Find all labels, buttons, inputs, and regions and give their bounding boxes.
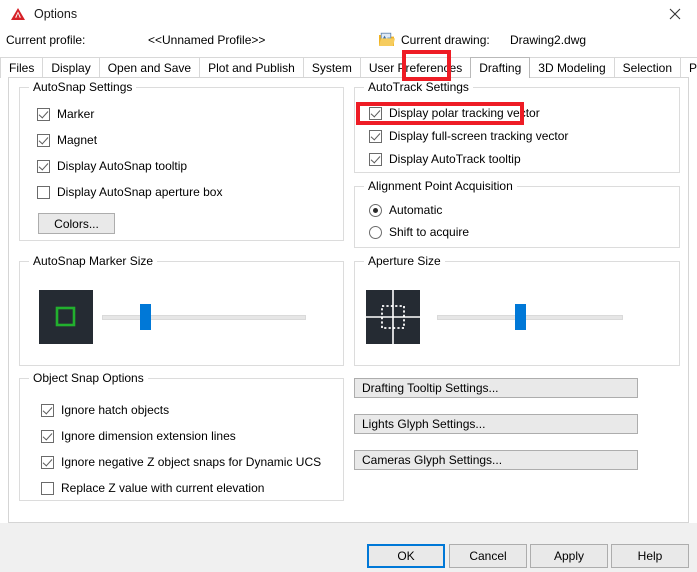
checkbox-ignore-negative-z-object-snaps-box [41, 455, 54, 469]
checkbox-ignore-hatch-objects[interactable]: Ignore hatch objects [41, 403, 169, 417]
checkbox-replace-z-value-box [41, 481, 54, 495]
tab-plot-and-publish[interactable]: Plot and Publish [199, 57, 304, 78]
autosnap-marker-size-slider-track[interactable] [102, 315, 306, 320]
drafting-settings-panel: AutoSnap Settings Marker Magnet Display … [8, 77, 689, 523]
group-autosnap-marker-size: AutoSnap Marker Size [19, 254, 344, 366]
help-button-label: Help [637, 549, 663, 563]
window-title: Options [34, 7, 78, 21]
tab-display[interactable]: Display [42, 57, 100, 78]
checkbox-magnet-box [37, 133, 50, 147]
title-bar: Options [0, 0, 697, 28]
radio-shift-to-acquire-label: Shift to acquire [389, 225, 470, 239]
cameras-glyph-settings-button[interactable]: Cameras Glyph Settings... [354, 450, 638, 470]
checkbox-marker-box [37, 107, 50, 121]
checkbox-display-autosnap-tooltip[interactable]: Display AutoSnap tooltip [37, 159, 187, 173]
group-alignment-point-acquisition: Alignment Point Acquisition Automatic Sh… [354, 179, 680, 248]
checkbox-display-autotrack-tooltip-box [369, 152, 382, 166]
current-drawing-value: Drawing2.dwg [510, 33, 587, 47]
checkbox-ignore-dimension-extension-lines-label: Ignore dimension extension lines [61, 429, 236, 443]
radio-automatic[interactable]: Automatic [369, 203, 442, 217]
tab-drafting[interactable]: Drafting [470, 57, 531, 78]
radio-shift-to-acquire[interactable]: Shift to acquire [369, 225, 469, 239]
checkbox-display-full-screen-tracking-vector-label: Display full-screen tracking vector [389, 129, 569, 143]
aperture-size-slider-track[interactable] [437, 315, 623, 320]
checkbox-display-autotrack-tooltip-label: Display AutoTrack tooltip [389, 152, 521, 166]
ok-button[interactable]: OK [367, 544, 445, 568]
close-icon[interactable] [652, 0, 697, 28]
group-title-object-snap-options: Object Snap Options [29, 371, 148, 385]
checkbox-display-full-screen-tracking-vector[interactable]: Display full-screen tracking vector [369, 129, 568, 143]
cancel-button-label: Cancel [469, 549, 507, 563]
group-aperture-size: Aperture Size [354, 254, 680, 366]
ok-button-label: OK [397, 549, 415, 563]
checkbox-display-autosnap-aperture-box[interactable]: Display AutoSnap aperture box [37, 185, 222, 199]
checkbox-ignore-negative-z-object-snaps[interactable]: Ignore negative Z object snaps for Dynam… [41, 455, 321, 469]
checkbox-display-autosnap-tooltip-box [37, 159, 50, 173]
group-title-aperture-size: Aperture Size [364, 254, 445, 268]
help-button[interactable]: Help [611, 544, 689, 568]
group-title-autotrack-settings: AutoTrack Settings [364, 80, 473, 94]
colors-button[interactable]: Colors... [38, 213, 115, 234]
tab-system[interactable]: System [302, 57, 361, 78]
autocad-logo-icon [10, 6, 26, 22]
checkbox-replace-z-value-label: Replace Z value with current elevation [61, 481, 265, 495]
checkbox-magnet-label: Magnet [57, 133, 98, 147]
colors-button-label: Colors... [54, 216, 99, 231]
apply-button-label: Apply [553, 549, 585, 563]
checkbox-display-polar-tracking-vector-box [369, 106, 382, 120]
radio-automatic-label: Automatic [389, 203, 443, 217]
group-autosnap-settings: AutoSnap Settings Marker Magnet Display … [19, 80, 344, 241]
autosnap-marker-size-slider-thumb[interactable] [140, 304, 151, 330]
current-drawing-label: Current drawing: [401, 33, 490, 47]
current-profile-label: Current profile: [6, 33, 86, 47]
checkbox-ignore-hatch-objects-box [41, 403, 54, 417]
group-autotrack-settings: AutoTrack Settings Display polar trackin… [354, 80, 680, 173]
checkbox-ignore-hatch-objects-label: Ignore hatch objects [61, 403, 170, 417]
apply-button[interactable]: Apply [530, 544, 608, 568]
cameras-glyph-settings-button-label: Cameras Glyph Settings... [362, 453, 503, 467]
group-title-autosnap-settings: AutoSnap Settings [29, 80, 137, 94]
drafting-tooltip-settings-button-label: Drafting Tooltip Settings... [362, 381, 499, 395]
drafting-tooltip-settings-button[interactable]: Drafting Tooltip Settings... [354, 378, 638, 398]
group-object-snap-options: Object Snap Options Ignore hatch objects… [19, 371, 344, 501]
drawing-file-icon [378, 32, 395, 48]
checkbox-marker[interactable]: Marker [37, 107, 94, 121]
tab-strip: Files Display Open and Save Plot and Publis… [0, 55, 697, 78]
radio-automatic-circle [369, 203, 382, 217]
checkbox-display-polar-tracking-vector[interactable]: Display polar tracking vector [369, 106, 540, 120]
checkbox-marker-label: Marker [57, 107, 95, 121]
tab-profiles[interactable]: Profiles [680, 57, 697, 78]
radio-shift-to-acquire-circle [369, 225, 382, 239]
tab-user-preferences[interactable]: User Preferences [359, 57, 472, 78]
tab-selection[interactable]: Selection [613, 57, 682, 78]
autosnap-marker-preview [39, 290, 93, 344]
checkbox-display-polar-tracking-vector-label: Display polar tracking vector [389, 106, 540, 120]
tab-files[interactable]: Files [0, 57, 44, 78]
cancel-button[interactable]: Cancel [449, 544, 527, 568]
checkbox-display-autosnap-aperture-box-label: Display AutoSnap aperture box [57, 185, 223, 199]
aperture-preview [366, 290, 420, 344]
checkbox-display-autosnap-aperture-box-box [37, 185, 50, 199]
lights-glyph-settings-button[interactable]: Lights Glyph Settings... [354, 414, 638, 434]
group-title-autosnap-marker-size: AutoSnap Marker Size [29, 254, 158, 268]
checkbox-display-full-screen-tracking-vector-box [369, 129, 382, 143]
current-profile-value: <<Unnamed Profile>> [148, 33, 266, 47]
checkbox-display-autotrack-tooltip[interactable]: Display AutoTrack tooltip [369, 152, 521, 166]
checkbox-display-autosnap-tooltip-label: Display AutoSnap tooltip [57, 159, 188, 173]
checkbox-magnet[interactable]: Magnet [37, 133, 97, 147]
checkbox-replace-z-value[interactable]: Replace Z value with current elevation [41, 481, 264, 495]
tab-open-and-save[interactable]: Open and Save [98, 57, 201, 78]
footer-button-bar: OK Cancel Apply Help [0, 523, 697, 572]
checkbox-ignore-negative-z-object-snaps-label: Ignore negative Z object snaps for Dynam… [61, 455, 322, 469]
checkbox-ignore-dimension-extension-lines-box [41, 429, 54, 443]
group-title-alignment-point-acquisition: Alignment Point Acquisition [364, 179, 517, 193]
profile-row: Current profile: <<Unnamed Profile>> Cur… [0, 28, 697, 54]
aperture-size-slider-thumb[interactable] [515, 304, 526, 330]
checkbox-ignore-dimension-extension-lines[interactable]: Ignore dimension extension lines [41, 429, 236, 443]
tab-3d-modeling[interactable]: 3D Modeling [529, 57, 615, 78]
lights-glyph-settings-button-label: Lights Glyph Settings... [362, 417, 486, 431]
